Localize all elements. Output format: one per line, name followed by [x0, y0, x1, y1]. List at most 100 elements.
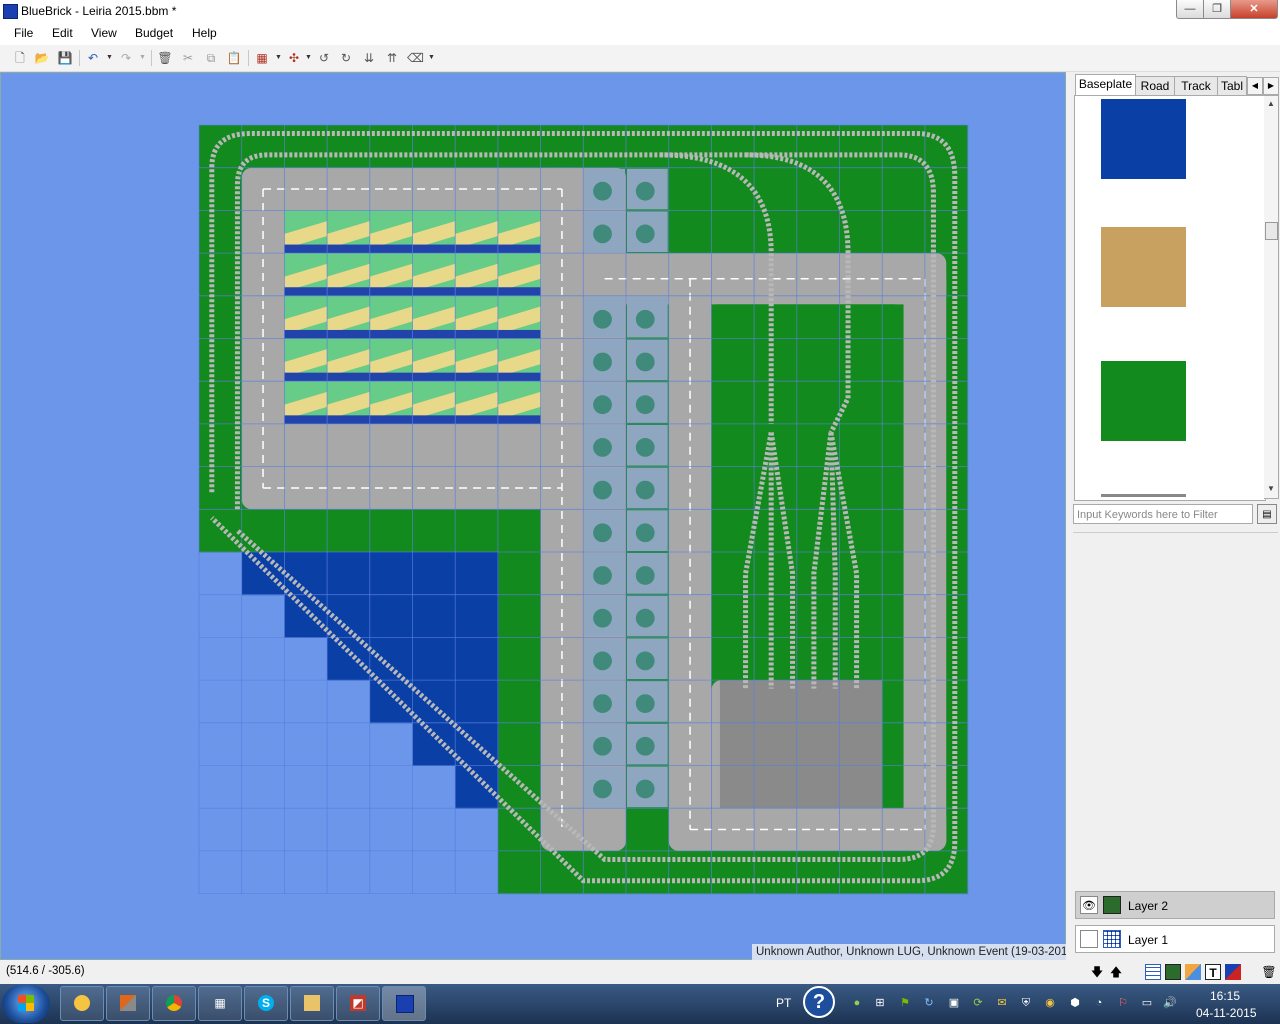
tray-notes-icon[interactable]: ◉: [1043, 996, 1057, 1010]
green-baseplate[interactable]: [497, 552, 542, 596]
start-button[interactable]: [2, 985, 50, 1023]
stadium-seat-base[interactable]: [284, 415, 328, 424]
house-roof[interactable]: [635, 736, 655, 756]
house-roof[interactable]: [593, 181, 612, 201]
green-baseplate[interactable]: [199, 423, 243, 468]
stadium-seat-base[interactable]: [284, 329, 328, 339]
stadium-seat-base[interactable]: [455, 329, 498, 339]
taskbar-app-bluebrick[interactable]: [382, 986, 426, 1021]
stadium-seat-base[interactable]: [369, 415, 413, 424]
house-roof[interactable]: [635, 779, 655, 799]
green-baseplate[interactable]: [839, 850, 883, 895]
part-tan-baseplate[interactable]: [1101, 227, 1186, 307]
stadium-seat-base[interactable]: [455, 372, 498, 382]
inner-green-area[interactable]: [715, 304, 896, 681]
add-grid-layer-icon[interactable]: [1145, 964, 1161, 980]
house-roof[interactable]: [593, 523, 612, 543]
add-area-layer-icon[interactable]: [1185, 964, 1201, 980]
stadium-seat-base[interactable]: [369, 329, 413, 339]
green-baseplate[interactable]: [754, 850, 798, 895]
house-roof[interactable]: [635, 309, 655, 329]
layer-visibility-eye-icon[interactable]: 👁: [1080, 896, 1098, 914]
green-baseplate[interactable]: [497, 722, 542, 766]
green-baseplate[interactable]: [497, 850, 542, 895]
house-roof[interactable]: [593, 608, 612, 628]
redo-icon[interactable]: ↷: [118, 50, 134, 66]
stadium-seat-base[interactable]: [284, 287, 328, 296]
stadium-seat-base[interactable]: [412, 287, 456, 296]
scrollbar-thumb[interactable]: [1265, 222, 1278, 240]
green-baseplate[interactable]: [199, 509, 243, 553]
minimize-button[interactable]: —: [1176, 0, 1204, 19]
tab-track[interactable]: Track: [1174, 76, 1218, 96]
house-roof[interactable]: [593, 736, 612, 756]
green-baseplate[interactable]: [924, 167, 969, 211]
taskbar-app[interactable]: ◩: [336, 986, 380, 1021]
house-roof[interactable]: [635, 608, 655, 628]
stadium-seat-base[interactable]: [284, 244, 328, 254]
stadium-seat-base[interactable]: [412, 244, 456, 254]
bring-to-front-icon[interactable]: ⇈: [384, 50, 400, 66]
layer-row[interactable]: 👁 Layer 2: [1075, 891, 1275, 919]
tab-baseplate[interactable]: Baseplate: [1075, 74, 1136, 97]
house-roof[interactable]: [635, 352, 655, 372]
help-icon[interactable]: ?: [803, 986, 835, 1018]
stadium-seat-base[interactable]: [327, 329, 370, 339]
stadium-seat-base[interactable]: [497, 244, 541, 254]
house-roof[interactable]: [635, 437, 655, 457]
green-baseplate[interactable]: [882, 210, 926, 254]
tray-mail-icon[interactable]: ✉: [995, 996, 1009, 1010]
taskbar-app[interactable]: [60, 986, 104, 1021]
green-baseplate[interactable]: [839, 125, 883, 169]
menu-budget[interactable]: Budget: [135, 26, 173, 40]
green-baseplate[interactable]: [924, 125, 969, 169]
layer-row[interactable]: Layer 1: [1075, 925, 1275, 953]
volume-icon[interactable]: 🔊: [1163, 996, 1177, 1010]
add-ruler-layer-icon[interactable]: [1225, 964, 1241, 980]
rotate-left-icon[interactable]: ↺: [316, 50, 332, 66]
stadium-seat-base[interactable]: [497, 287, 541, 296]
green-baseplate[interactable]: [369, 509, 413, 553]
green-baseplate[interactable]: [626, 808, 670, 852]
tab-scroll-left-icon[interactable]: ◀: [1247, 77, 1263, 95]
blue-baseplate[interactable]: [412, 637, 456, 681]
add-brick-layer-icon[interactable]: [1165, 964, 1181, 980]
tray-box-icon[interactable]: ⬢: [1068, 996, 1082, 1010]
house-roof[interactable]: [593, 779, 612, 799]
blue-baseplate[interactable]: [455, 765, 499, 809]
green-baseplate[interactable]: [327, 509, 371, 553]
paste-icon[interactable]: 📋: [226, 50, 242, 66]
tray-monitor-icon[interactable]: ▣: [947, 996, 961, 1010]
blue-baseplate[interactable]: [284, 594, 328, 638]
part-green-baseplate[interactable]: [1101, 361, 1186, 441]
menu-help[interactable]: Help: [192, 26, 217, 40]
green-baseplate[interactable]: [668, 850, 712, 895]
green-baseplate[interactable]: [668, 210, 712, 254]
tray-flag-icon[interactable]: ⚑: [898, 996, 912, 1010]
house-roof[interactable]: [593, 309, 612, 329]
rotate-right-icon[interactable]: ↻: [338, 50, 354, 66]
eraser-icon[interactable]: ⌫: [407, 50, 424, 66]
scroll-up-icon[interactable]: ▲: [1264, 97, 1278, 111]
stadium-seat-base[interactable]: [455, 244, 498, 254]
green-baseplate[interactable]: [455, 509, 499, 553]
blue-baseplate[interactable]: [412, 594, 456, 638]
house-roof[interactable]: [593, 566, 612, 585]
green-baseplate[interactable]: [199, 125, 243, 169]
house-roof[interactable]: [635, 566, 655, 585]
blue-baseplate[interactable]: [284, 552, 328, 596]
new-file-icon[interactable]: 🗋: [12, 50, 28, 66]
map-view[interactable]: [0, 72, 1066, 960]
tab-scroll-right-icon[interactable]: ▶: [1263, 77, 1279, 95]
house-roof[interactable]: [635, 523, 655, 543]
move-layer-down-icon[interactable]: 🡇: [1089, 964, 1105, 980]
copy-icon[interactable]: ⧉: [203, 50, 219, 66]
stadium-seat-base[interactable]: [455, 287, 498, 296]
blue-baseplate[interactable]: [412, 552, 456, 596]
cut-icon[interactable]: ✂: [180, 50, 196, 66]
add-text-layer-icon[interactable]: T: [1205, 964, 1221, 980]
stadium-seat-base[interactable]: [455, 415, 498, 424]
house-roof[interactable]: [593, 694, 612, 713]
house-roof[interactable]: [635, 395, 655, 415]
tray-app-icon[interactable]: ●: [850, 996, 864, 1010]
